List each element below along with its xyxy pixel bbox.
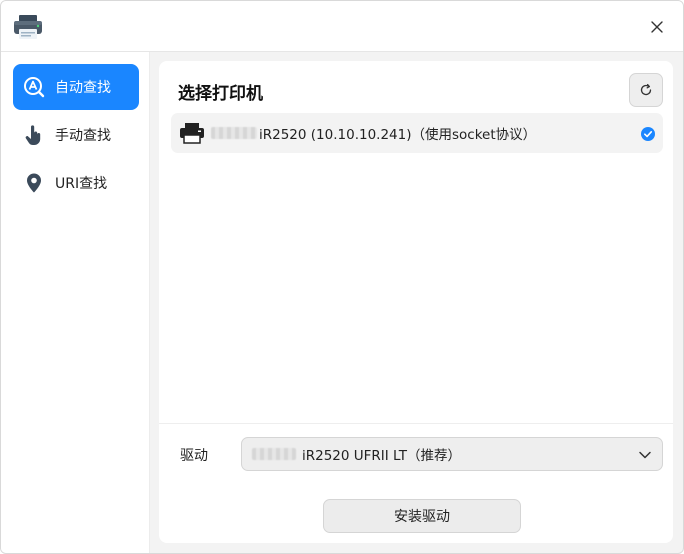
location-pin-icon (23, 172, 45, 194)
printer-list: iR2520 (10.10.10.241)（使用socket协议） (171, 113, 663, 153)
printer-app-icon (13, 14, 43, 40)
sidebar-item-manual-search[interactable]: 手动查找 (13, 112, 139, 158)
refresh-icon (640, 83, 652, 96)
chevron-down-icon (638, 447, 652, 461)
page-title: 选择打印机 (178, 84, 263, 104)
add-printer-window: 自动查找 手动查找 URI查找 选择打印机 iR2520 (10.10.10.2… (0, 0, 684, 554)
sidebar-item-uri-search[interactable]: URI查找 (13, 160, 139, 206)
sidebar-item-label: URI查找 (55, 176, 108, 192)
redacted-brand (252, 448, 296, 460)
printer-list-item[interactable]: iR2520 (10.10.10.241)（使用socket协议） (171, 113, 663, 153)
driver-label: 驱动 (180, 448, 208, 464)
driver-value: iR2520 UFRII LT（推荐） (302, 448, 461, 464)
check-icon (641, 126, 655, 141)
main-panel: 选择打印机 iR2520 (10.10.10.241)（使用socket协议） … (159, 61, 673, 543)
close-icon (651, 21, 663, 33)
sidebar-item-label: 手动查找 (55, 128, 111, 144)
auto-search-icon (23, 76, 45, 98)
driver-select[interactable]: iR2520 UFRII LT（推荐） (241, 437, 663, 471)
hand-pointer-icon (23, 124, 45, 146)
printer-name: iR2520 (10.10.10.241)（使用socket协议） (259, 127, 537, 143)
title-bar (1, 1, 683, 52)
close-button[interactable] (641, 11, 673, 43)
sidebar-item-label: 自动查找 (55, 80, 111, 96)
refresh-button[interactable] (629, 73, 663, 107)
sidebar-item-auto-search[interactable]: 自动查找 (13, 64, 139, 110)
redacted-brand (211, 127, 257, 139)
printer-icon (179, 122, 205, 144)
install-driver-button[interactable]: 安装驱动 (323, 499, 521, 533)
sidebar: 自动查找 手动查找 URI查找 (1, 52, 150, 553)
divider (159, 423, 673, 424)
